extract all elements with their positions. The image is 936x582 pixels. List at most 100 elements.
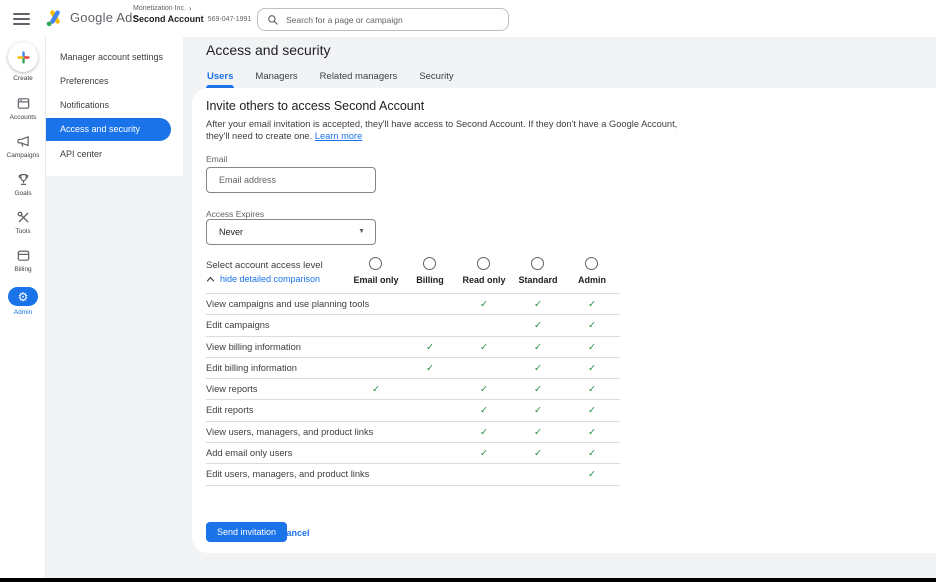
tab-users[interactable]: Users <box>206 64 234 88</box>
tab-security[interactable]: Security <box>418 64 454 88</box>
access-expires-select[interactable]: Never ▼ <box>206 219 376 245</box>
invite-description-line2-text: they'll need to create one. <box>206 131 312 141</box>
learn-more-link[interactable]: Learn more <box>315 131 363 141</box>
rail-item-label: Goals <box>0 190 46 197</box>
check-mark: ✓ <box>578 315 606 336</box>
check-mark: ✓ <box>578 400 606 421</box>
drawer-item-preferences[interactable]: Preferences <box>46 73 183 90</box>
table-row: Edit billing information ✓✓✓ <box>206 357 620 378</box>
drawer-item-access-and-security[interactable]: Access and security <box>46 118 171 141</box>
rail-item-accounts[interactable]: Accounts <box>0 95 46 121</box>
rail-item-label: Billing <box>0 266 46 273</box>
chevron-right-icon: › <box>189 5 192 12</box>
level-header-admin: Admin <box>560 275 624 285</box>
table-row: Edit reports ✓✓✓ <box>206 399 620 420</box>
drawer-item-manager-account-settings[interactable]: Manager account settings <box>46 49 183 66</box>
check-mark: ✓ <box>578 443 606 464</box>
main-menu-button[interactable] <box>13 13 30 25</box>
rail-item-campaigns[interactable]: Campaigns <box>0 133 46 159</box>
table-row: View reports ✓✓✓✓ <box>206 378 620 399</box>
tools-icon <box>0 209 46 225</box>
drawer-item-api-center[interactable]: API center <box>46 146 183 163</box>
check-mark: ✓ <box>470 379 498 400</box>
table-row: View billing information ✓✓✓✓ <box>206 336 620 357</box>
check-mark: ✓ <box>362 379 390 400</box>
rail-item-goals[interactable]: Goals <box>0 171 46 197</box>
check-mark: ✓ <box>524 400 552 421</box>
wallet-icon <box>0 247 46 263</box>
invite-section-title: Invite others to access Second Account <box>206 99 424 113</box>
invite-description-line1: After your email invitation is accepted,… <box>206 119 677 129</box>
navigation-rail: Create Accounts Campaigns <box>0 37 46 578</box>
email-input[interactable] <box>206 167 376 193</box>
check-mark: ✓ <box>578 464 606 485</box>
admin-section-drawer: Manager account settings Preferences Not… <box>46 37 183 176</box>
access-expires-value: Never <box>219 227 243 237</box>
check-mark: ✓ <box>524 315 552 336</box>
breadcrumb-manager-account[interactable]: Monetization Inc. <box>133 5 186 12</box>
rail-item-label: Accounts <box>0 114 46 121</box>
check-mark: ✓ <box>470 294 498 315</box>
radio-admin[interactable] <box>585 257 598 270</box>
send-invitation-button[interactable]: Send invitation <box>206 522 287 542</box>
page-title: Access and security <box>206 42 331 58</box>
drawer-item-notifications[interactable]: Notifications <box>46 97 183 114</box>
check-mark: ✓ <box>524 358 552 379</box>
rail-item-label: Campaigns <box>0 152 46 159</box>
rail-item-billing[interactable]: Billing <box>0 247 46 273</box>
invite-description-line2: they'll need to create one. Learn more <box>206 131 362 141</box>
invite-users-card: Invite others to access Second Account A… <box>192 88 936 553</box>
rail-item-tools[interactable]: Tools <box>0 209 46 235</box>
access-level-label: Select account access level <box>206 260 323 271</box>
radio-billing[interactable] <box>423 257 436 270</box>
current-account-name: Second Account <box>133 14 204 24</box>
check-mark: ✓ <box>470 337 498 358</box>
radio-email-only[interactable] <box>369 257 382 270</box>
select-caret-down-icon: ▼ <box>358 220 365 244</box>
google-ads-logo-icon <box>44 7 66 29</box>
check-mark: ✓ <box>470 422 498 443</box>
radio-standard[interactable] <box>531 257 544 270</box>
current-account-id: 569-047-1991 <box>208 16 252 23</box>
account-switcher[interactable]: Monetization Inc. › Second Account 569-0… <box>133 5 262 24</box>
gear-icon: ⚙ <box>8 287 38 306</box>
create-button[interactable]: Create <box>0 42 46 82</box>
tab-related-managers[interactable]: Related managers <box>319 64 399 88</box>
check-mark: ✓ <box>524 337 552 358</box>
check-mark: ✓ <box>578 422 606 443</box>
tab-managers[interactable]: Managers <box>254 64 298 88</box>
table-row: Add email only users ✓✓✓ <box>206 442 620 463</box>
hide-detailed-comparison-link[interactable]: hide detailed comparison <box>206 274 320 284</box>
search-box[interactable] <box>257 8 509 31</box>
accounts-icon <box>0 95 46 111</box>
product-name: Google Ads <box>70 10 139 25</box>
search-icon <box>267 14 279 26</box>
rail-item-admin[interactable]: ⚙ Admin <box>0 287 46 316</box>
trophy-icon <box>0 171 46 187</box>
create-label: Create <box>0 75 46 82</box>
table-row: Edit campaigns ✓✓ <box>206 314 620 335</box>
check-mark: ✓ <box>578 337 606 358</box>
rail-item-label: Tools <box>0 228 46 235</box>
check-mark: ✓ <box>416 358 444 379</box>
permissions-comparison-table: View campaigns and use planning tools ✓✓… <box>206 293 620 486</box>
check-mark: ✓ <box>578 358 606 379</box>
check-mark: ✓ <box>470 443 498 464</box>
radio-read-only[interactable] <box>477 257 490 270</box>
access-expires-label: Access Expires <box>206 209 264 219</box>
check-mark: ✓ <box>578 294 606 315</box>
check-mark: ✓ <box>524 294 552 315</box>
table-row: Edit users, managers, and product links … <box>206 463 620 484</box>
check-mark: ✓ <box>524 443 552 464</box>
search-input[interactable] <box>286 15 499 25</box>
check-mark: ✓ <box>470 400 498 421</box>
megaphone-icon <box>0 133 46 149</box>
tab-bar: Users Managers Related managers Security <box>206 64 455 88</box>
top-app-bar: Google Ads Monetization Inc. › Second Ac… <box>0 0 936 37</box>
check-mark: ✓ <box>578 379 606 400</box>
window-bottom-edge <box>0 578 936 582</box>
cancel-button[interactable]: Cancel <box>280 528 310 538</box>
check-mark: ✓ <box>416 337 444 358</box>
check-mark: ✓ <box>524 379 552 400</box>
rail-item-label: Admin <box>0 309 46 316</box>
